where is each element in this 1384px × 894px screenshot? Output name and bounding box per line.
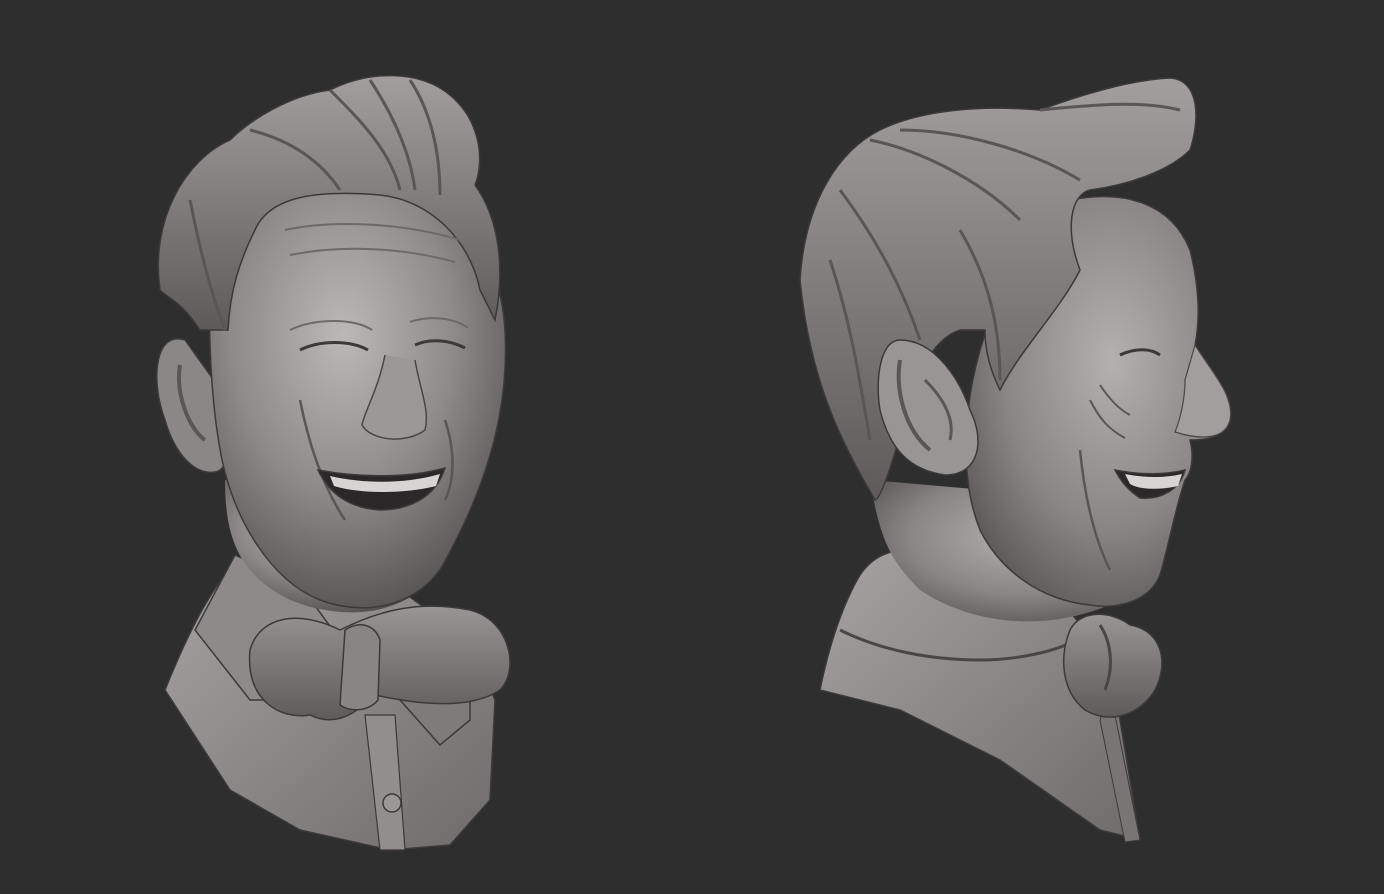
bowtie-right [1063, 613, 1163, 718]
bust-side-view [799, 77, 1232, 843]
bust-front-view [156, 74, 511, 851]
sculpt-viewport[interactable] [0, 0, 1384, 894]
sculpt-render [156, 74, 1232, 851]
shirt-button [382, 793, 402, 813]
